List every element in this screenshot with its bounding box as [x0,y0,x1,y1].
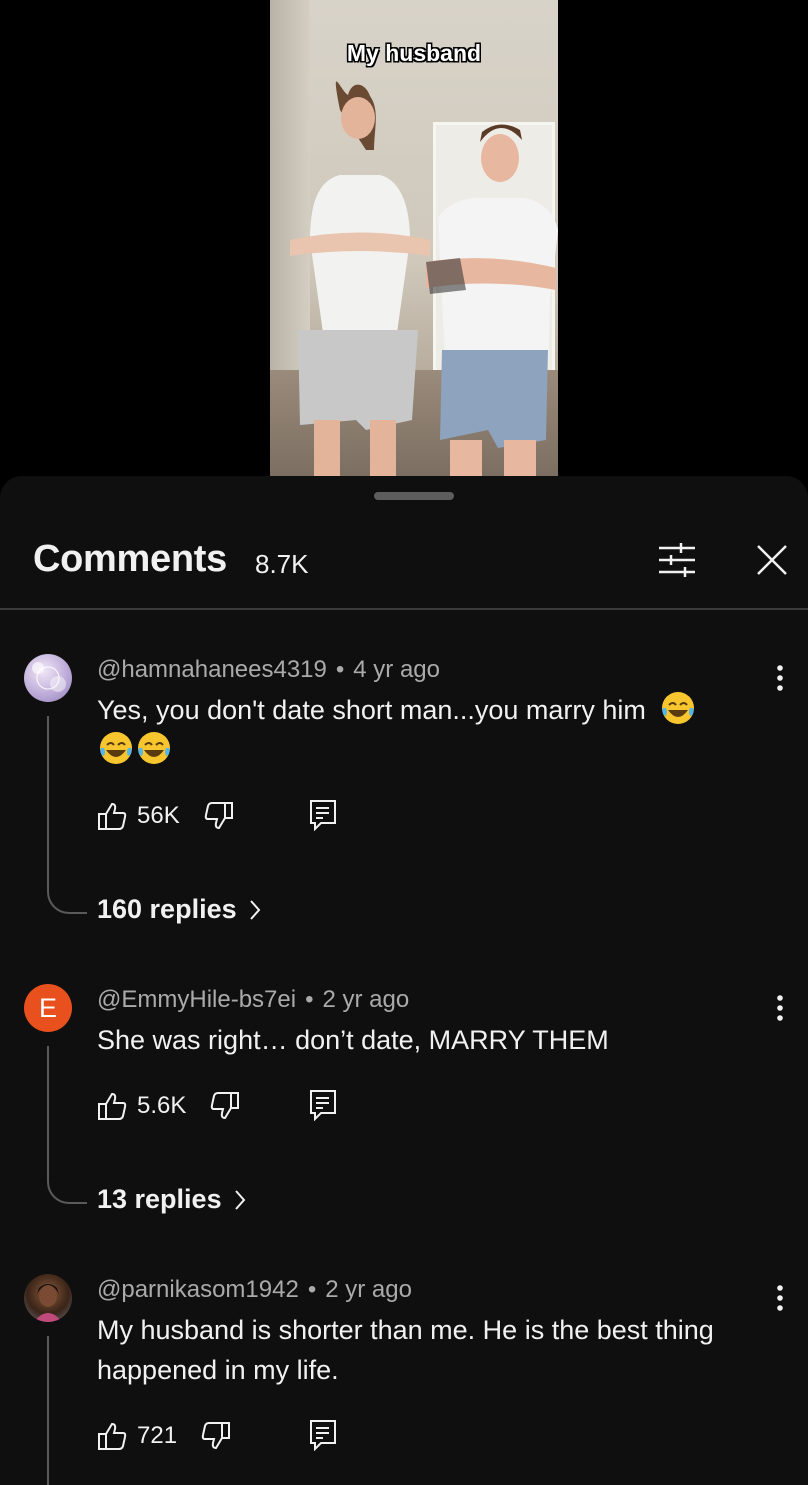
drag-handle[interactable] [374,492,454,500]
comment-meta: @EmmyHile-bs7ei • 2 yr ago [97,986,409,1014]
reply-button[interactable] [309,799,337,831]
close-button[interactable] [748,538,796,582]
comment-time[interactable]: 4 yr ago [353,656,440,683]
thumbs-up-icon [98,1422,127,1450]
good-vibes-avatar-icon [32,662,66,692]
comment-meta: @parnikasom1942 • 2 yr ago [97,1276,412,1304]
comments-title: Comments [33,538,227,580]
like-count: 5.6K [137,1092,187,1119]
thread-line [47,1336,49,1485]
comment-author[interactable]: @EmmyHile-bs7ei [97,986,296,1013]
dislike-button[interactable] [210,1091,240,1121]
thread-line [47,716,49,888]
comment-actions: 721 [97,1419,336,1453]
meta-separator: • [335,656,345,683]
laughing-emoji-icon [135,732,173,765]
thumbs-up-icon [98,1092,127,1120]
laughing-emoji-icon [97,732,135,765]
replies-count: 13 replies [97,1184,222,1214]
comments-count: 8.7K [255,549,309,579]
comment-text: Yes, you don't date short man...you marr… [97,690,777,770]
comment-more-button[interactable] [766,658,794,698]
dislike-button[interactable] [204,801,234,831]
more-vertical-icon [777,665,783,691]
video-frame[interactable] [270,0,558,476]
comments-panel: Comments 8.7K @hamnahanees4319 • 4 yr ago [0,476,808,1485]
comment-actions: 56K [97,799,336,833]
sort-filter-button[interactable] [650,538,704,582]
view-replies-link[interactable]: 13 replies [97,1184,246,1215]
comment-actions: 5.6K [97,1089,336,1123]
avatar[interactable]: E [24,984,72,1032]
comment-time[interactable]: 2 yr ago [325,1276,412,1303]
like-button[interactable]: 721 [97,1421,177,1451]
reply-button[interactable] [309,1089,337,1121]
comment-text: My husband is shorter than me. He is the… [97,1315,714,1385]
close-icon [757,545,787,575]
thumbs-down-icon [211,1092,240,1120]
like-count: 721 [137,1422,178,1449]
thumbs-down-icon [201,1422,231,1450]
reply-comment-icon [310,1090,336,1121]
comment-author[interactable]: @parnikasom1942 [97,1276,299,1303]
header-divider [0,608,808,610]
view-replies-link[interactable]: 160 replies [97,894,261,925]
comment-more-button[interactable] [766,1278,794,1318]
reply-button[interactable] [309,1419,337,1451]
comment-meta: @hamnahanees4319 • 4 yr ago [97,656,440,684]
reply-comment-icon [310,800,336,831]
like-button[interactable]: 56K [97,801,180,831]
thread-line [47,1046,49,1178]
thread-connector [47,888,87,914]
meta-separator: • [307,1276,317,1303]
comment-text-body: Yes, you don't date short man...you marr… [97,695,646,725]
replies-count: 160 replies [97,894,237,924]
laughing-emoji-icon [659,692,697,725]
more-vertical-icon [777,1285,783,1311]
dislike-button[interactable] [201,1421,231,1451]
more-vertical-icon [777,995,783,1021]
meta-separator: • [305,986,314,1013]
comment-text: She was right… don’t date, MARRY THEM [97,1025,609,1055]
avatar[interactable] [24,654,72,702]
photo-avatar-icon [34,1284,62,1322]
comment-author[interactable]: @hamnahanees4319 [97,656,327,683]
chevron-right-icon [249,899,260,920]
video-caption: My husband [346,40,482,66]
like-button[interactable]: 5.6K [97,1091,186,1121]
thread-connector [47,1178,87,1204]
thumbs-down-icon [204,802,233,830]
avatar-letter: E [38,992,57,1023]
like-count: 56K [137,802,180,829]
reply-comment-icon [310,1420,336,1451]
video-player[interactable]: My husband [0,0,808,478]
comment-more-button[interactable] [766,988,794,1028]
avatar[interactable] [24,1274,72,1322]
thumbs-up-icon [98,802,127,830]
chevron-right-icon [234,1189,245,1210]
sliders-icon [659,543,695,577]
video-people-illustration [290,81,558,476]
comment-time[interactable]: 2 yr ago [322,986,409,1013]
